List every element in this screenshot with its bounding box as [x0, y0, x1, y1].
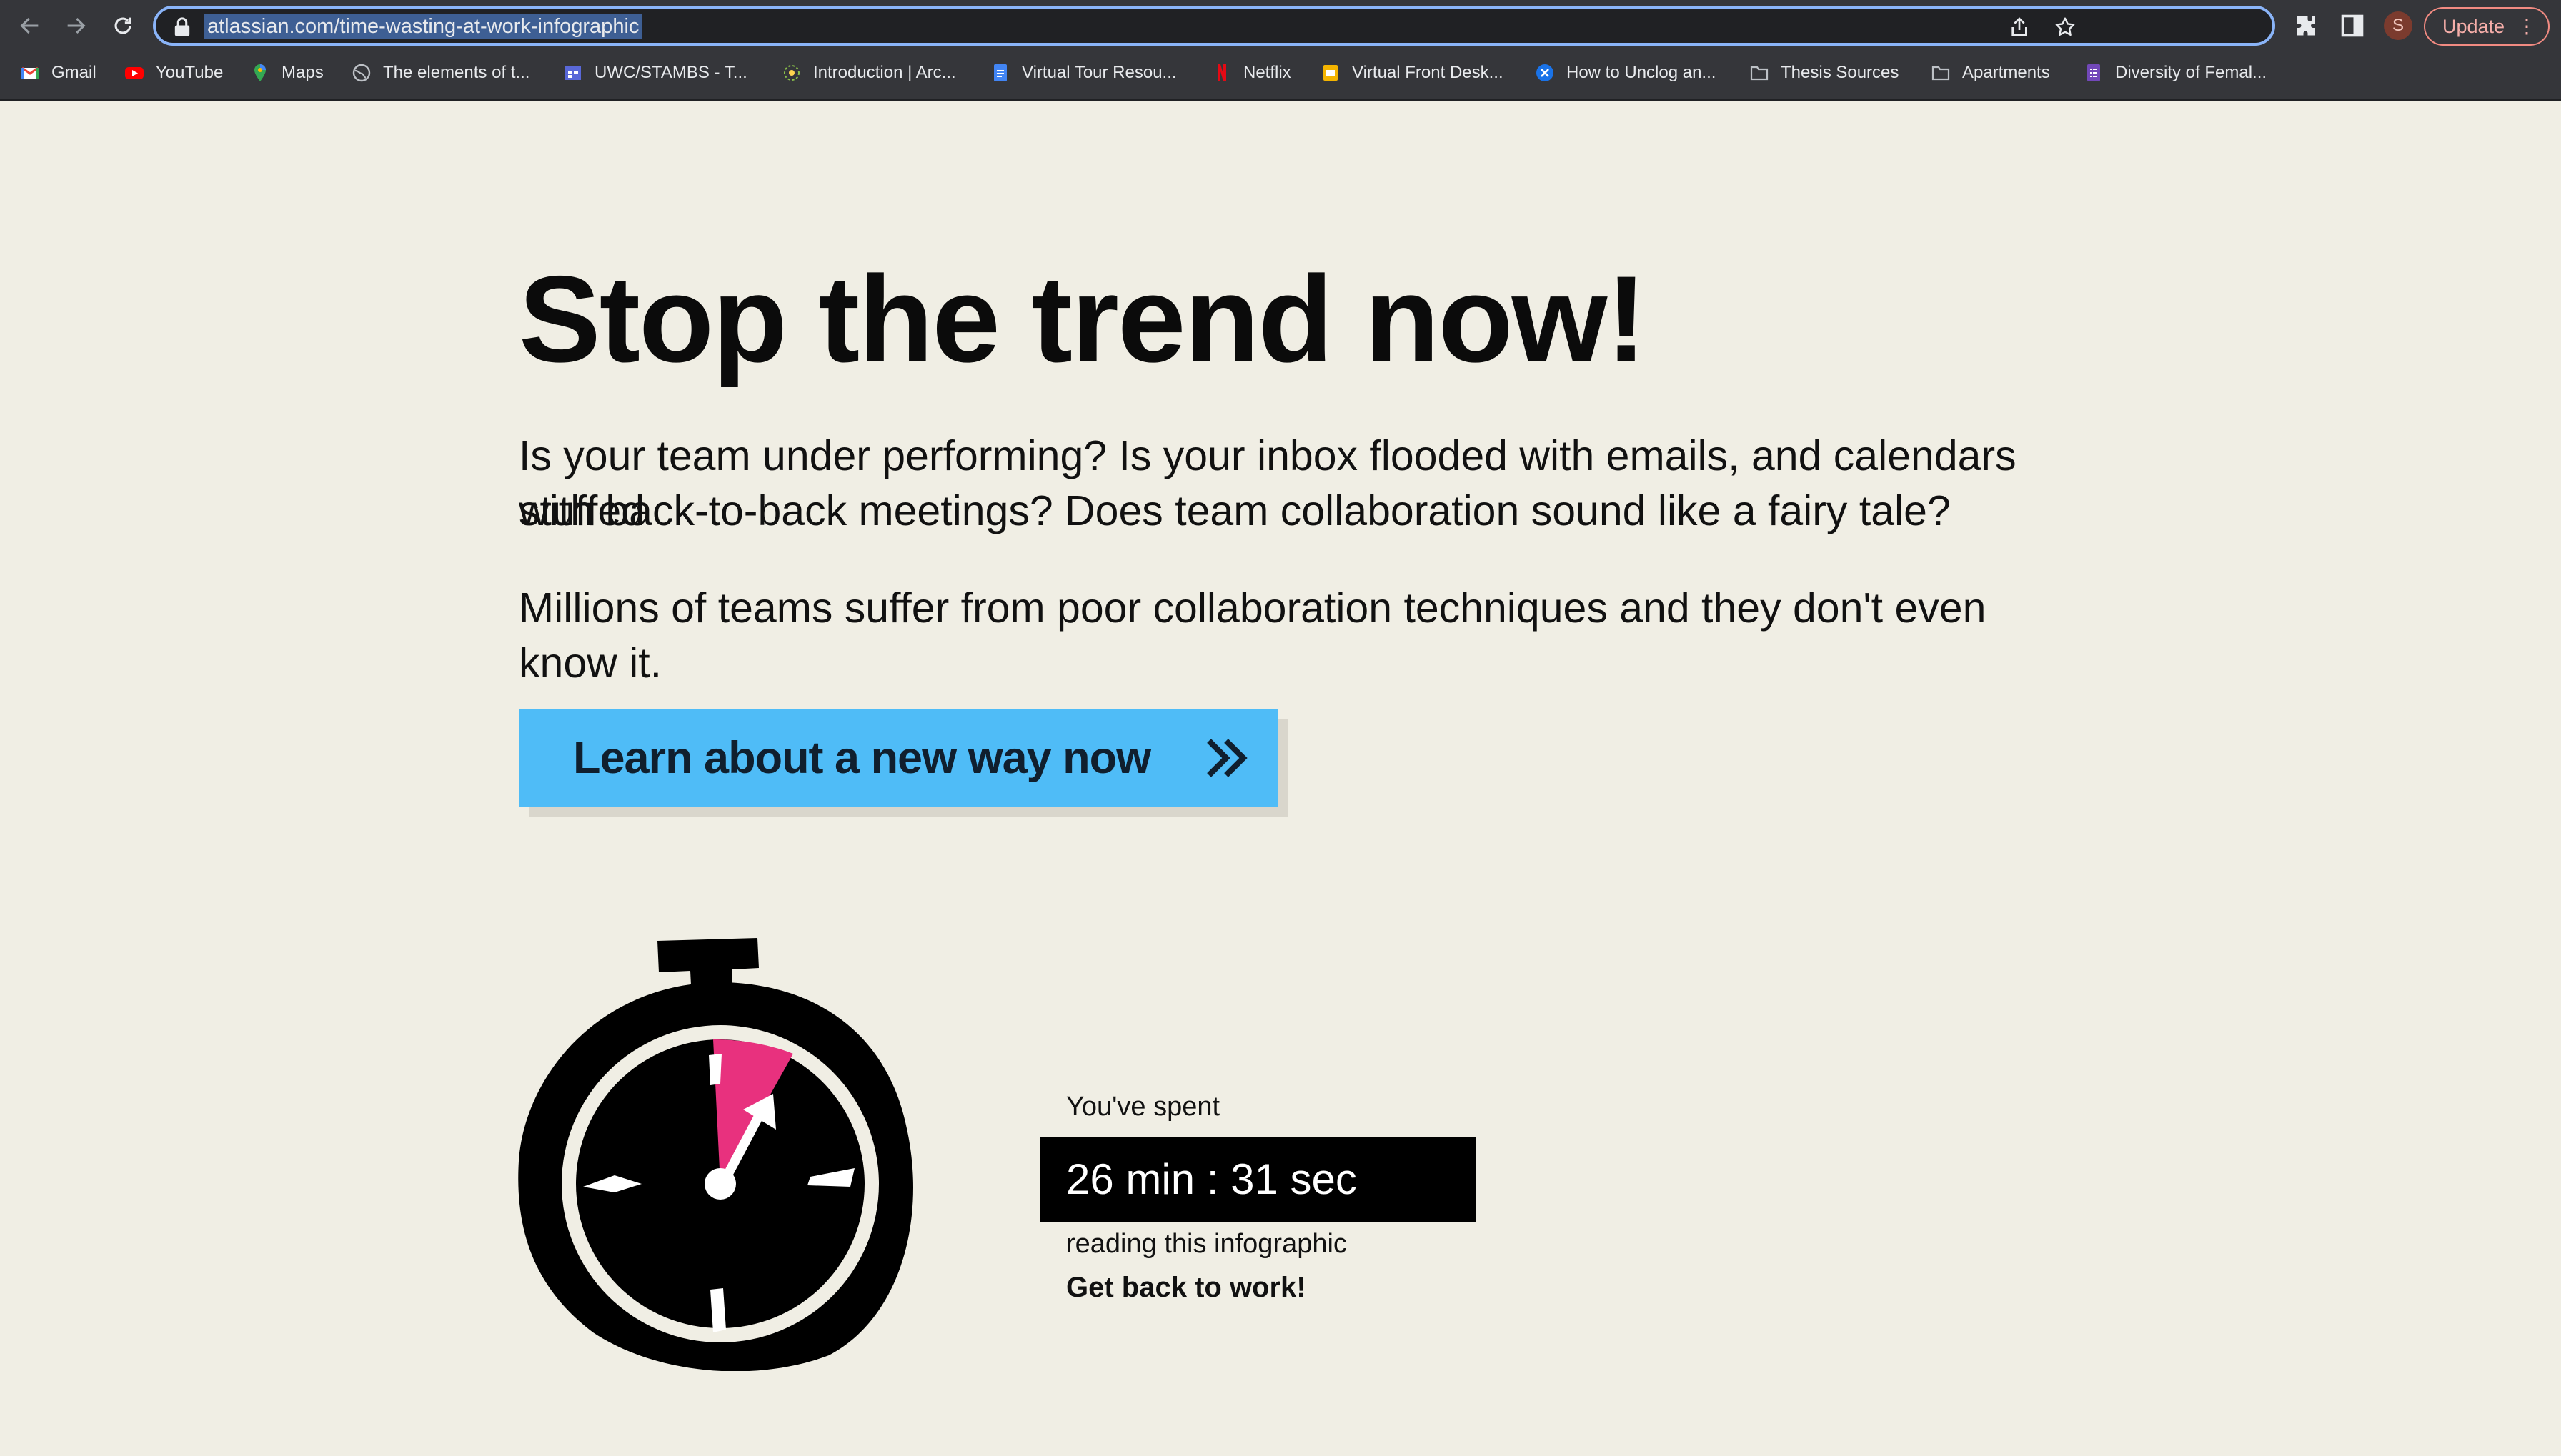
folder-icon	[1931, 66, 1950, 81]
bookmark-uwc[interactable]: UWC/STAMBS - T...	[563, 56, 747, 90]
arrow-right-icon	[67, 17, 86, 34]
address-bar[interactable]: atlassian.com/time-wasting-at-work-infog…	[153, 6, 2275, 46]
docs-icon	[994, 64, 1007, 81]
forms-icon	[2087, 64, 2100, 81]
intro-paragraph-line-2: with back-to-back meetings? Does team co…	[519, 487, 1951, 534]
bookmark-gmail[interactable]: Gmail	[20, 56, 96, 90]
lock-icon	[174, 17, 190, 36]
bookmark-star-icon[interactable]	[2054, 16, 2077, 39]
bookmark-maps[interactable]: Maps	[250, 56, 324, 90]
browser-toolbar: atlassian.com/time-wasting-at-work-infog…	[0, 0, 2561, 53]
browser-chrome: atlassian.com/time-wasting-at-work-infog…	[0, 0, 2561, 101]
bookmark-front-desk[interactable]: Virtual Front Desk...	[1321, 56, 1503, 90]
bookmark-youtube[interactable]: YouTube	[124, 56, 223, 90]
url-text[interactable]: atlassian.com/time-wasting-at-work-infog…	[204, 14, 642, 39]
bookmark-thesis-sources[interactable]: Thesis Sources	[1749, 56, 1899, 90]
bookmark-arcgis[interactable]: Introduction | Arc...	[782, 56, 956, 90]
timer-readout: 26 min : 31 sec	[1040, 1137, 1476, 1222]
share-icon[interactable]	[2008, 16, 2031, 39]
slides-icon	[1323, 65, 1338, 81]
arrow-left-icon	[20, 17, 39, 34]
calendar-icon	[565, 66, 581, 80]
maps-icon	[254, 64, 266, 81]
folder-icon	[1750, 66, 1769, 81]
page-title: Stop the trend now!	[519, 251, 1647, 388]
globe-icon	[352, 64, 371, 82]
stopwatch-icon	[518, 938, 913, 1371]
bookmark-elements[interactable]: The elements of t...	[352, 56, 529, 90]
arcgis-icon	[784, 65, 800, 81]
back-to-work-label: Get back to work!	[1066, 1272, 1306, 1303]
reading-label: reading this infographic	[1066, 1229, 1347, 1259]
double-chevron-right-icon	[1207, 739, 1248, 777]
youtube-icon	[125, 67, 144, 79]
avatar[interactable]: S	[2384, 11, 2412, 40]
close-circle-icon	[1536, 64, 1553, 81]
back-button[interactable]	[11, 7, 49, 44]
side-panel-icon[interactable]	[2339, 13, 2365, 39]
more-vertical-icon: ⋮	[2517, 15, 2537, 37]
bookmark-apartments[interactable]: Apartments	[1931, 56, 2050, 90]
bookmark-netflix[interactable]: Netflix	[1212, 56, 1291, 90]
bookmark-unclog[interactable]: How to Unclog an...	[1535, 56, 1716, 90]
cta-label: Learn about a new way now	[573, 733, 1151, 783]
update-label: Update	[2442, 15, 2505, 37]
spent-label: You've spent	[1066, 1092, 1220, 1122]
bookmark-diversity[interactable]: Diversity of Femal...	[2084, 56, 2267, 90]
bookmarks-bar: Gmail YouTube Maps The elements of t... …	[0, 56, 2561, 90]
gmail-icon	[21, 66, 39, 79]
reload-icon	[114, 17, 131, 34]
update-button[interactable]: Update ⋮	[2424, 7, 2550, 46]
netflix-icon	[1218, 64, 1226, 81]
learn-new-way-button[interactable]: Learn about a new way now	[519, 709, 1278, 807]
avatar-initial: S	[2392, 16, 2404, 35]
forward-button[interactable]	[57, 7, 94, 44]
millions-paragraph: Millions of teams suffer from poor colla…	[519, 584, 1986, 687]
bookmark-virtual-tour[interactable]: Virtual Tour Resou...	[990, 56, 1177, 90]
extensions-icon[interactable]	[2294, 13, 2319, 39]
reload-button[interactable]	[104, 7, 141, 44]
